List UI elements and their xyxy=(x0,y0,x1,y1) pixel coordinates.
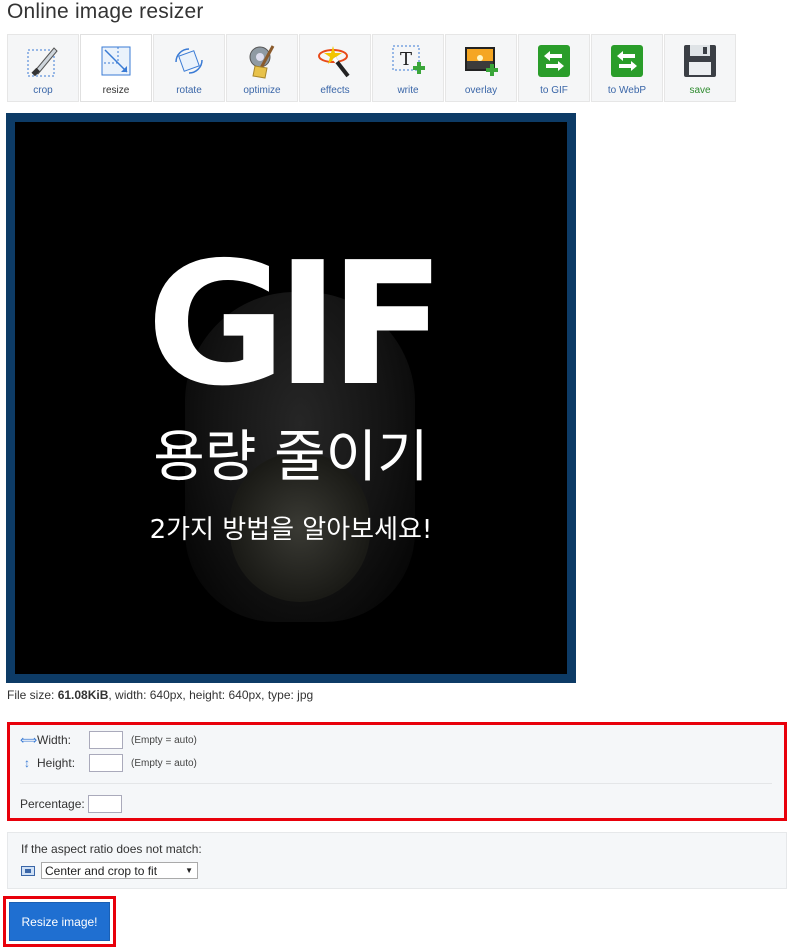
tool-label: to GIF xyxy=(540,85,568,96)
tool-label: overlay xyxy=(464,85,498,96)
tool-overlay[interactable]: overlay xyxy=(445,34,517,102)
aspect-ratio-panel: If the aspect ratio does not match: Cent… xyxy=(7,832,787,889)
svg-text:T: T xyxy=(400,49,412,70)
file-size: 61.08KiB xyxy=(57,688,109,702)
tool-to-webp[interactable]: to WebP xyxy=(591,34,663,102)
percentage-row: Percentage: xyxy=(20,795,130,813)
convert-arrows-icon xyxy=(608,42,646,80)
tool-label: write xyxy=(397,85,419,96)
height-input[interactable] xyxy=(89,754,123,772)
tool-effects[interactable]: effects xyxy=(299,34,371,102)
width-label: Width: xyxy=(37,733,72,747)
overlay-image-icon xyxy=(462,42,500,80)
resize-icon xyxy=(97,42,135,80)
file-info: File size: 61.08KiB, width: 640px, heigh… xyxy=(7,688,313,702)
crop-fit-icon xyxy=(21,865,35,876)
convert-arrows-icon xyxy=(535,42,573,80)
crop-knife-icon xyxy=(24,42,62,80)
tool-to-gif[interactable]: to GIF xyxy=(518,34,590,102)
chevron-down-icon: ▼ xyxy=(185,866,193,875)
rotate-icon xyxy=(170,42,208,80)
file-info-prefix: File size: xyxy=(7,688,58,702)
tool-label: save xyxy=(689,85,711,96)
percentage-input[interactable] xyxy=(87,795,122,813)
horizontal-arrows-icon: ⟺ xyxy=(20,733,38,747)
page-title: Online image resizer xyxy=(7,0,204,23)
width-row: ⟺ Width: (Empty = auto) xyxy=(20,731,197,749)
text-tool-icon: T xyxy=(389,42,427,80)
floppy-disk-icon xyxy=(681,42,719,80)
tool-crop[interactable]: crop xyxy=(7,34,79,102)
image-preview-frame: GIF 용량 줄이기 2가지 방법을 알아보세요! xyxy=(6,113,576,683)
aspect-ratio-label: If the aspect ratio does not match: xyxy=(21,842,202,856)
preview-headline: GIF xyxy=(146,226,446,424)
height-row: ↕ Height: (Empty = auto) xyxy=(20,754,197,772)
tool-optimize[interactable]: optimize xyxy=(226,34,298,102)
tool-label: effects xyxy=(320,85,350,96)
magic-wand-icon xyxy=(316,42,354,80)
aspect-ratio-select[interactable]: Center and crop to fit ▼ xyxy=(41,862,198,879)
tool-label: resize xyxy=(102,85,130,96)
width-hint: (Empty = auto) xyxy=(131,734,197,746)
aspect-ratio-row: Center and crop to fit ▼ xyxy=(21,862,198,879)
resize-image-button[interactable]: Resize image! xyxy=(9,902,110,941)
tool-label: crop xyxy=(33,85,53,96)
broom-icon xyxy=(243,42,281,80)
tool-save[interactable]: save xyxy=(664,34,736,102)
tool-resize[interactable]: resize xyxy=(80,34,152,102)
file-info-details: , width: 640px, height: 640px, type: jpg xyxy=(108,688,314,702)
aspect-ratio-selected: Center and crop to fit xyxy=(45,863,158,878)
tool-label: rotate xyxy=(176,85,202,96)
vertical-arrows-icon: ↕ xyxy=(24,756,30,770)
dimensions-panel: ⟺ Width: (Empty = auto) ↕ Height: (Empty… xyxy=(7,722,787,821)
preview-subtitle: 용량 줄이기 xyxy=(153,425,429,490)
preview-caption: 2가지 방법을 알아보세요! xyxy=(149,515,433,545)
height-label: Height: xyxy=(37,756,76,770)
tool-toolbar: crop resize rotate optimize effects T wr… xyxy=(7,34,737,102)
image-preview: GIF 용량 줄이기 2가지 방법을 알아보세요! xyxy=(15,122,567,674)
panel-divider xyxy=(20,783,772,784)
width-input[interactable] xyxy=(89,731,123,749)
percentage-label: Percentage: xyxy=(20,797,85,811)
tool-label: optimize xyxy=(243,85,281,96)
tool-write[interactable]: T write xyxy=(372,34,444,102)
tool-rotate[interactable]: rotate xyxy=(153,34,225,102)
tool-label: to WebP xyxy=(607,85,647,96)
height-hint: (Empty = auto) xyxy=(131,757,197,769)
resize-button-highlight: Resize image! xyxy=(3,896,116,947)
